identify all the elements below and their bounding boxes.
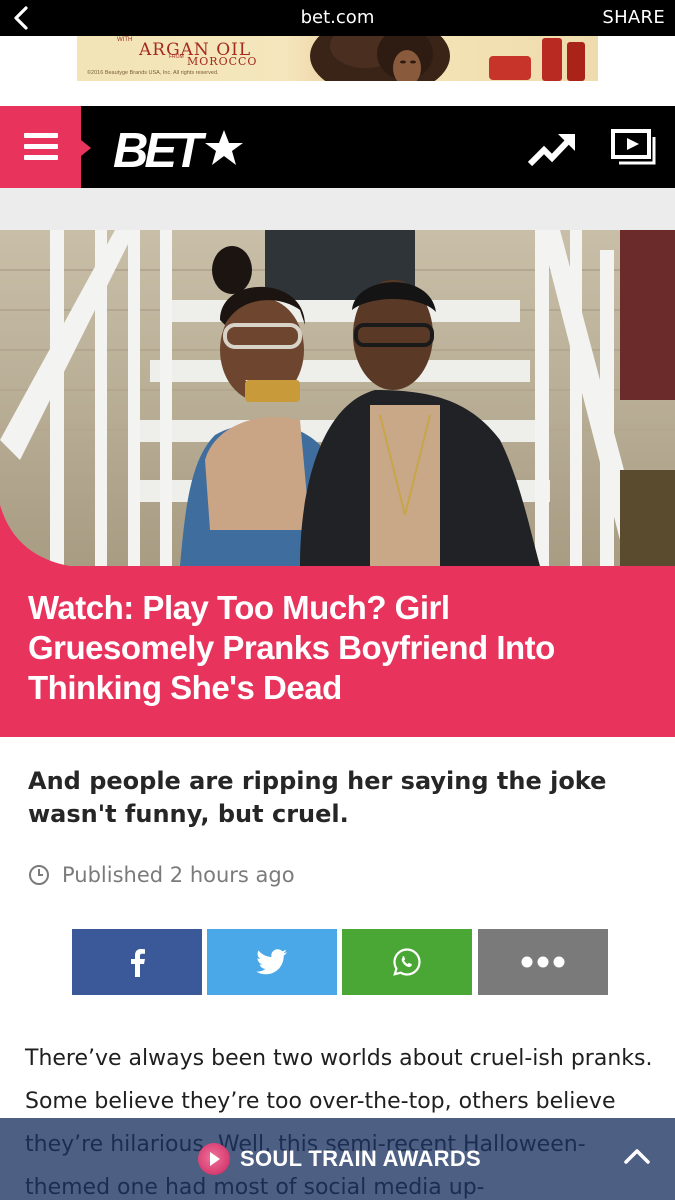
chevron-up-icon[interactable] [622, 1144, 652, 1168]
menu-button[interactable] [0, 106, 91, 188]
bet-logo[interactable]: BET [113, 124, 245, 172]
video-icon[interactable] [610, 128, 658, 168]
ad-banner[interactable]: WITH ARGAN OIL FROM MOROCCO ©2016 Beauty… [77, 36, 598, 81]
ad-copyright: ©2016 Beautyge Brands USA, Inc. All righ… [87, 70, 219, 76]
article-headline: Watch: Play Too Much? Girl Gruesomely Pr… [28, 589, 555, 706]
publish-time: Published 2 hours ago [62, 863, 295, 887]
headline-block: Watch: Play Too Much? Girl Gruesomely Pr… [0, 566, 675, 737]
spacer-strip [0, 188, 675, 230]
twitter-icon [256, 949, 287, 975]
bottom-promo-bar[interactable]: SOUL TRAIN AWARDS [0, 1118, 675, 1200]
whatsapp-share-button[interactable] [342, 929, 472, 995]
ad-brand-line2: MOROCCO [187, 55, 258, 68]
share-buttons [72, 929, 609, 995]
publish-meta: Published 2 hours ago [28, 860, 295, 890]
ad-container: WITH ARGAN OIL FROM MOROCCO ©2016 Beauty… [0, 36, 675, 106]
browser-top-bar: bet.com SHARE [0, 0, 675, 36]
ad-product-bottle [567, 42, 585, 81]
share-link[interactable]: SHARE [602, 7, 665, 28]
ad-product-bottle [542, 38, 562, 81]
site-header: BET [0, 106, 675, 188]
twitter-share-button[interactable] [207, 929, 337, 995]
ad-product-jar [489, 56, 531, 80]
clock-icon [29, 865, 49, 885]
ad-brand-prefix: WITH [117, 37, 133, 43]
menu-icon [24, 133, 58, 161]
facebook-icon [131, 949, 145, 977]
more-dots-icon [521, 956, 565, 968]
ad-brand-from: FROM [169, 54, 184, 60]
facebook-share-button[interactable] [72, 929, 202, 995]
more-share-button[interactable] [478, 929, 608, 995]
trending-icon[interactable] [528, 130, 576, 168]
article-dek: And people are ripping her saying the jo… [28, 767, 607, 828]
svg-text:BET: BET [113, 124, 207, 172]
article-hero-image [0, 230, 675, 566]
promo-label: SOUL TRAIN AWARDS [240, 1146, 481, 1171]
whatsapp-icon [393, 948, 421, 976]
play-icon [198, 1143, 230, 1175]
browser-url[interactable]: bet.com [0, 7, 675, 28]
ad-model-image [310, 36, 450, 81]
soul-train-awards-promo[interactable]: SOUL TRAIN AWARDS [198, 1143, 481, 1175]
